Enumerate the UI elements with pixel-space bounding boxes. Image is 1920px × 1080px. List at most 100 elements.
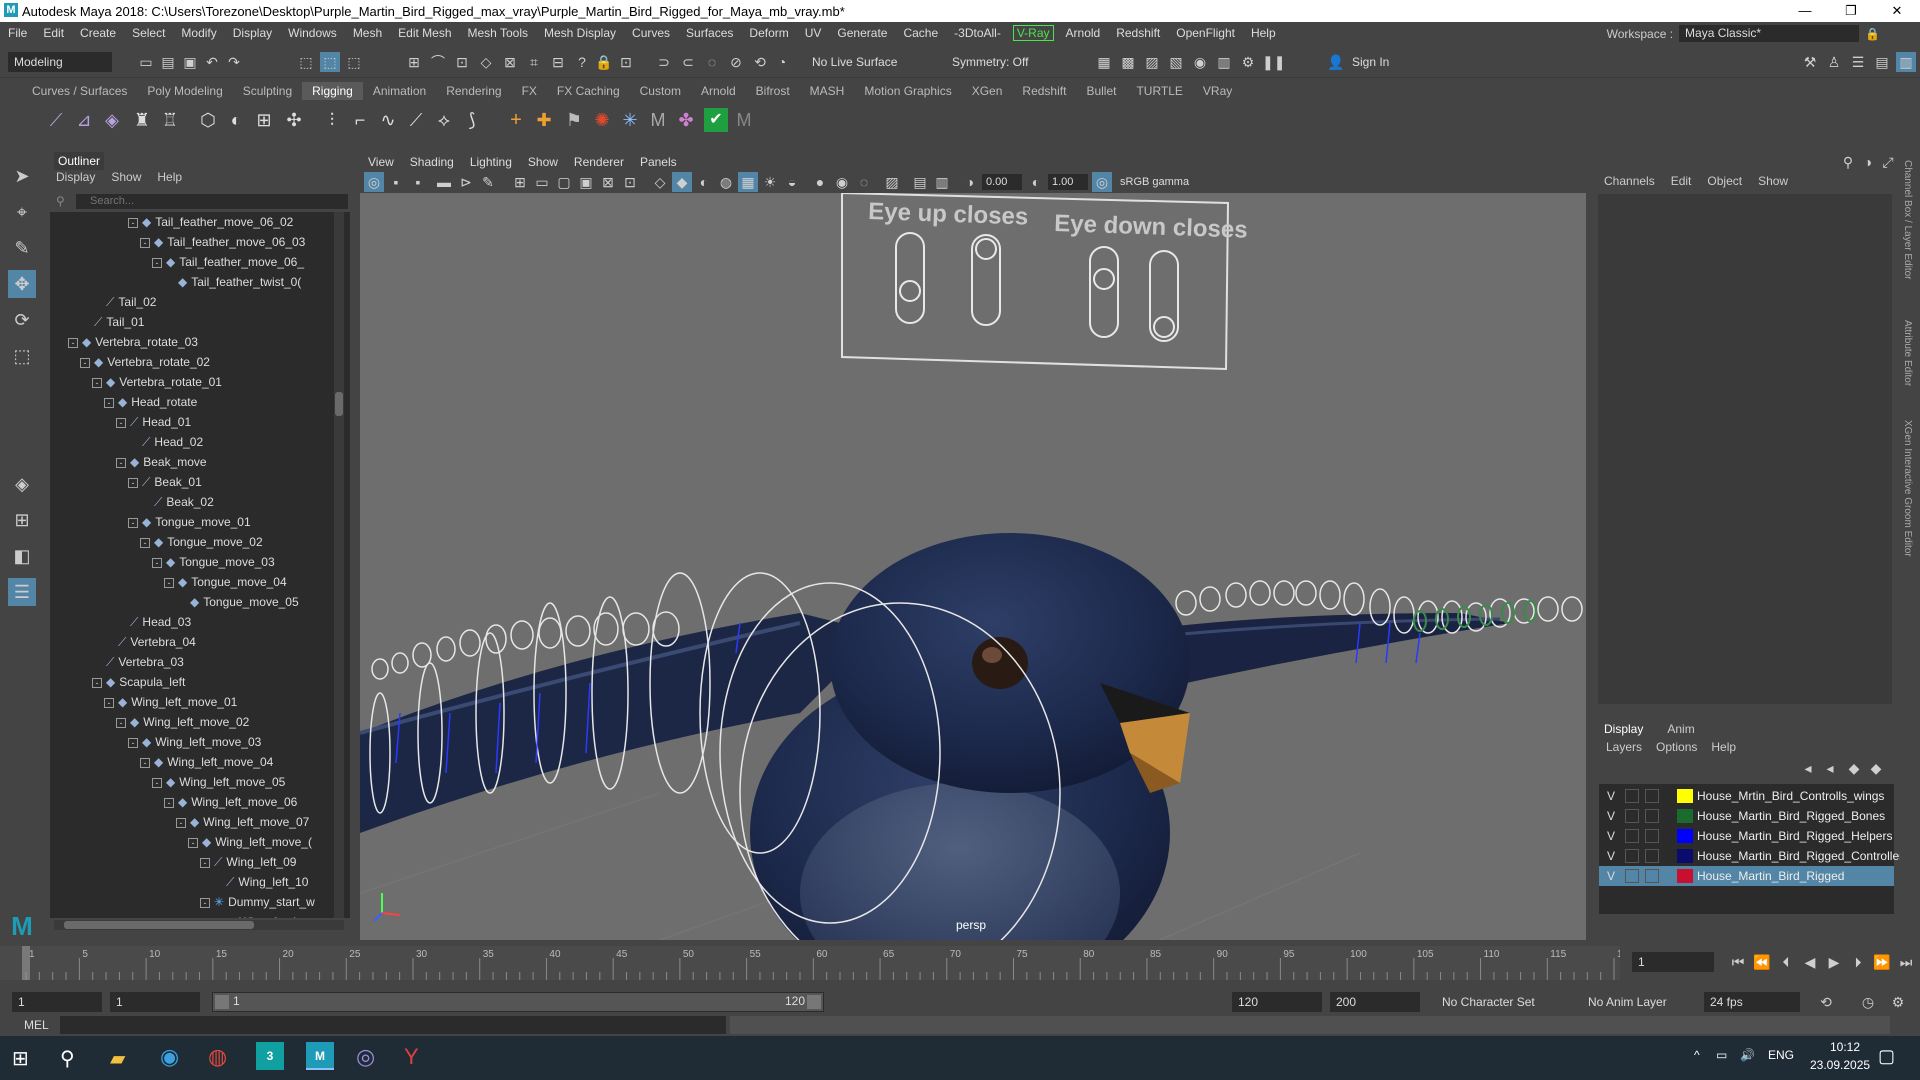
- tweak-mode-icon[interactable]: ⟲: [750, 52, 770, 72]
- point-constraint-icon[interactable]: ✚: [534, 110, 554, 130]
- insert-joint-icon[interactable]: ⊿: [74, 110, 94, 130]
- expand-toggle-icon[interactable]: -: [152, 777, 162, 788]
- outliner-node[interactable]: - ◆ Wing_left_move_01: [104, 692, 237, 712]
- xray-icon[interactable]: ▤: [910, 172, 930, 192]
- shelf-tab-turtle[interactable]: TURTLE: [1126, 82, 1192, 100]
- snap-together-icon[interactable]: ⊟: [548, 52, 568, 72]
- 3ds-max-icon[interactable]: 3: [256, 1042, 284, 1070]
- current-frame-field[interactable]: 1: [1632, 952, 1714, 972]
- layer-row[interactable]: V House_Martin_Bird_Rigged: [1599, 866, 1894, 886]
- menu-create[interactable]: Create: [72, 26, 124, 40]
- shadows-icon[interactable]: ◒: [782, 172, 802, 192]
- layer-visibility-toggle[interactable]: V: [1607, 786, 1615, 806]
- step-forward-frame-icon[interactable]: ⏵: [1848, 952, 1868, 972]
- outliner-node[interactable]: - ◆ Tail_feather_move_06_: [152, 252, 304, 272]
- auto-key-icon[interactable]: ◷: [1858, 992, 1878, 1012]
- expand-toggle-icon[interactable]: -: [128, 477, 138, 488]
- shelf-tab-custom[interactable]: Custom: [630, 82, 691, 100]
- outliner-node[interactable]: - ◆ Wing_left_move_05: [152, 772, 285, 792]
- time-slider[interactable]: 1 5 10 15 20 25 30 35 40 45 50 55 60 65 70 75 80 85 90 95 10…: [0, 944, 1920, 982]
- expand-toggle-icon[interactable]: -: [176, 817, 186, 828]
- lasso-tool-icon[interactable]: ⌖: [8, 198, 36, 226]
- safe-action-icon[interactable]: ⊡: [620, 172, 640, 192]
- ipr-render-icon[interactable]: ▨: [1142, 52, 1162, 72]
- vray-render-icon[interactable]: ▥: [1214, 52, 1234, 72]
- layer-tab-display[interactable]: Display: [1604, 722, 1643, 736]
- menu-edit-mesh[interactable]: Edit Mesh: [390, 26, 459, 40]
- rotate-tool-icon[interactable]: ⟳: [8, 306, 36, 334]
- range-start-handle[interactable]: [215, 995, 229, 1009]
- shelf-tab-rendering[interactable]: Rendering: [436, 82, 511, 100]
- animation-start-field[interactable]: 1: [12, 992, 102, 1012]
- menu-select[interactable]: Select: [124, 26, 173, 40]
- layer-color-swatch[interactable]: [1677, 809, 1693, 823]
- pause-ipr-icon[interactable]: ❚❚: [1262, 52, 1285, 72]
- motion-blur-icon[interactable]: ◉: [832, 172, 852, 192]
- expand-toggle-icon[interactable]: -: [92, 377, 102, 388]
- channel-box-settings-icon[interactable]: ◑: [1858, 152, 1878, 172]
- outliner-node[interactable]: ⟋ Tail_02: [92, 292, 156, 312]
- outliner-node[interactable]: ⟋ Head_03: [116, 612, 191, 632]
- layer-color-swatch[interactable]: [1677, 849, 1693, 863]
- tool-settings-icon[interactable]: ▤: [1872, 52, 1892, 72]
- workspace-dropdown[interactable]: Maya Classic*: [1679, 25, 1860, 42]
- ik-handle-icon[interactable]: ◈: [102, 110, 122, 130]
- playback-preferences-icon[interactable]: ⚙: [1888, 992, 1908, 1012]
- layer-row[interactable]: V House_Martin_Bird_Rigged_Controllers: [1599, 846, 1909, 866]
- move-layer-up-icon[interactable]: ◂: [1798, 758, 1818, 778]
- layer-row[interactable]: V House_Mrtin_Bird_Controlls_wings: [1599, 786, 1894, 806]
- outliner-layout-icon[interactable]: ☰: [8, 578, 36, 606]
- select-by-hierarchy-icon[interactable]: ⬚: [296, 52, 316, 72]
- menu-modify[interactable]: Modify: [173, 26, 224, 40]
- step-forward-key-icon[interactable]: ⏩: [1872, 952, 1892, 972]
- make-live-icon[interactable]: ⊠: [500, 52, 520, 72]
- animation-end-field[interactable]: 200: [1330, 992, 1420, 1012]
- redo-icon[interactable]: ↷: [224, 52, 244, 72]
- layer-color-swatch[interactable]: [1677, 789, 1693, 803]
- network-icon[interactable]: ▭: [1716, 1048, 1727, 1062]
- snap-to-view-plane-icon[interactable]: ◇: [476, 52, 496, 72]
- layer-row[interactable]: V House_Martin_Bird_Rigged_Helpers: [1599, 826, 1894, 846]
- menu-surfaces[interactable]: Surfaces: [678, 26, 741, 40]
- smooth-shade-icon[interactable]: ◆: [672, 172, 692, 192]
- menu-help[interactable]: Help: [1243, 26, 1284, 40]
- viewport-scene[interactable]: Eye up closes Eye down closes persp: [360, 191, 1586, 940]
- outliner-node[interactable]: - ◆ Tongue_move_02: [140, 532, 263, 552]
- highlight-selection-icon[interactable]: ⊡: [616, 52, 636, 72]
- shelf-tab-fx-caching[interactable]: FX Caching: [547, 82, 630, 100]
- cluster-icon[interactable]: ✣: [284, 110, 304, 130]
- maya-taskbar-icon[interactable]: M: [306, 1042, 334, 1070]
- create-empty-layer-icon[interactable]: ◆: [1844, 758, 1864, 778]
- menu-openflight[interactable]: OpenFlight: [1168, 26, 1243, 40]
- exposure-icon[interactable]: ◑: [960, 172, 980, 192]
- gamma-field[interactable]: 1.00: [1048, 174, 1088, 190]
- expand-toggle-icon[interactable]: -: [200, 857, 210, 868]
- viewport-menu-shading[interactable]: Shading: [402, 153, 462, 171]
- humanik-icon[interactable]: ♖: [160, 110, 180, 130]
- menu-windows[interactable]: Windows: [280, 26, 345, 40]
- mash-icon[interactable]: M: [648, 110, 668, 130]
- camera-attributes-icon[interactable]: ▪: [386, 172, 406, 192]
- scale-constraint-icon[interactable]: ✳: [620, 110, 640, 130]
- snap-to-grid-icon[interactable]: ⊞: [404, 52, 424, 72]
- grease-pencil-icon[interactable]: ✎: [478, 172, 498, 192]
- channelbox-menu-channels[interactable]: Channels: [1604, 174, 1655, 188]
- viewport-menu-lighting[interactable]: Lighting: [462, 153, 520, 171]
- outliner-node[interactable]: - ◆ Tail_feather_move_06_02: [128, 212, 293, 232]
- orient-constraint-icon[interactable]: ✺: [592, 110, 612, 130]
- menu-generate[interactable]: Generate: [829, 26, 895, 40]
- soft-select-icon[interactable]: ◌: [702, 52, 722, 72]
- outliner-node[interactable]: ◆ Tongue_move_05: [176, 592, 299, 612]
- outliner-node[interactable]: - ◆ Beak_move: [116, 452, 207, 472]
- outliner-node[interactable]: - ◆ Wing_left_move_(: [188, 832, 312, 852]
- shelf-tab-mash[interactable]: MASH: [800, 82, 855, 100]
- expand-toggle-icon[interactable]: -: [164, 797, 174, 808]
- menu-file[interactable]: File: [0, 26, 35, 40]
- playback-start-field[interactable]: 1: [110, 992, 200, 1012]
- play-backwards-icon[interactable]: ◀: [1800, 952, 1820, 972]
- side-tab-channel-box[interactable]: Channel Box / Layer Editor: [1902, 160, 1913, 280]
- windows-start-icon[interactable]: ⊞: [12, 1046, 29, 1071]
- eye-control-panel[interactable]: Eye up closes Eye down closes: [841, 191, 1248, 371]
- clock-date[interactable]: 23.09.2025: [1810, 1058, 1870, 1072]
- attribute-editor-toggle-icon[interactable]: ☰: [1848, 52, 1868, 72]
